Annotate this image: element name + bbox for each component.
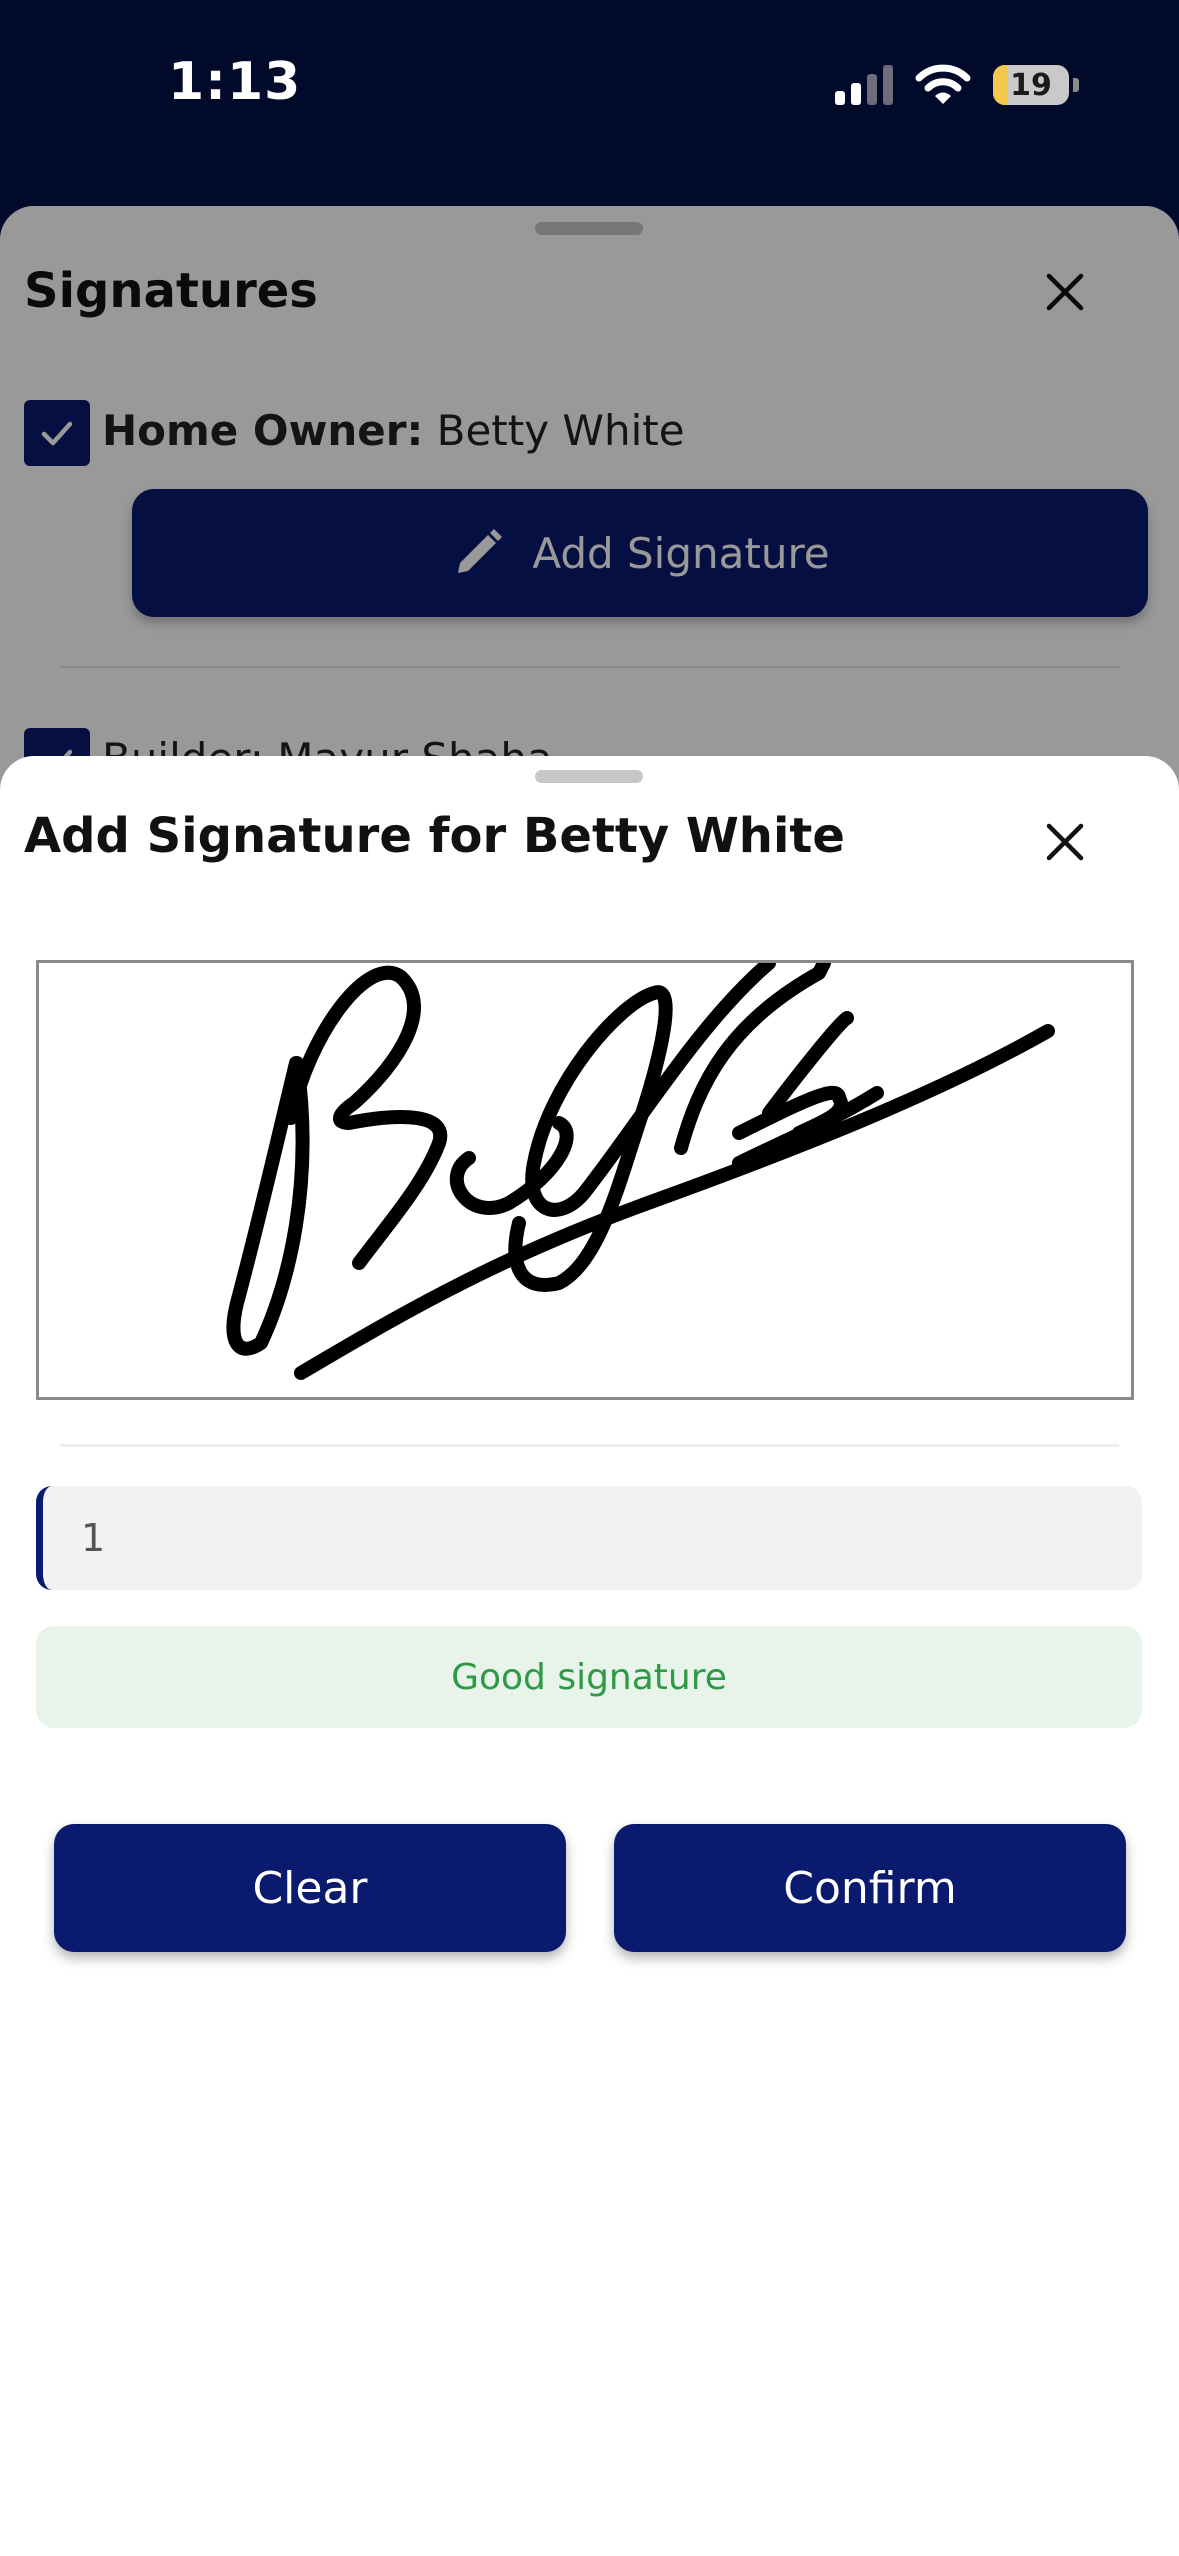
status-time: 1:13 [168, 52, 302, 112]
signature-pad[interactable] [36, 956, 1134, 1400]
add-signature-sheet: Add Signature for Betty White 1 Good sig… [0, 756, 1179, 2556]
battery-nub [1073, 78, 1079, 92]
close-icon[interactable] [1041, 818, 1089, 866]
signature-text-input[interactable] [36, 1486, 1142, 1590]
clear-button[interactable]: Clear [54, 1824, 566, 1952]
sheet-grabber[interactable] [535, 770, 643, 783]
divider [60, 1444, 1119, 1447]
battery-level: 19 [1010, 67, 1052, 103]
battery-icon: 19 [993, 65, 1069, 105]
confirm-button[interactable]: Confirm [614, 1824, 1126, 1952]
status-bar: 1:13 19 [0, 0, 1179, 200]
cellular-signal-icon [835, 65, 893, 105]
signature-quality-message: Good signature [36, 1626, 1142, 1728]
wifi-icon [915, 64, 971, 104]
signature-drawing [226, 956, 1055, 1380]
add-signature-title: Add Signature for Betty White [24, 808, 845, 864]
status-icons: 19 [835, 60, 1079, 110]
screen: 1:13 19 Signatures Home Owner: Betty Whi… [0, 0, 1179, 2556]
